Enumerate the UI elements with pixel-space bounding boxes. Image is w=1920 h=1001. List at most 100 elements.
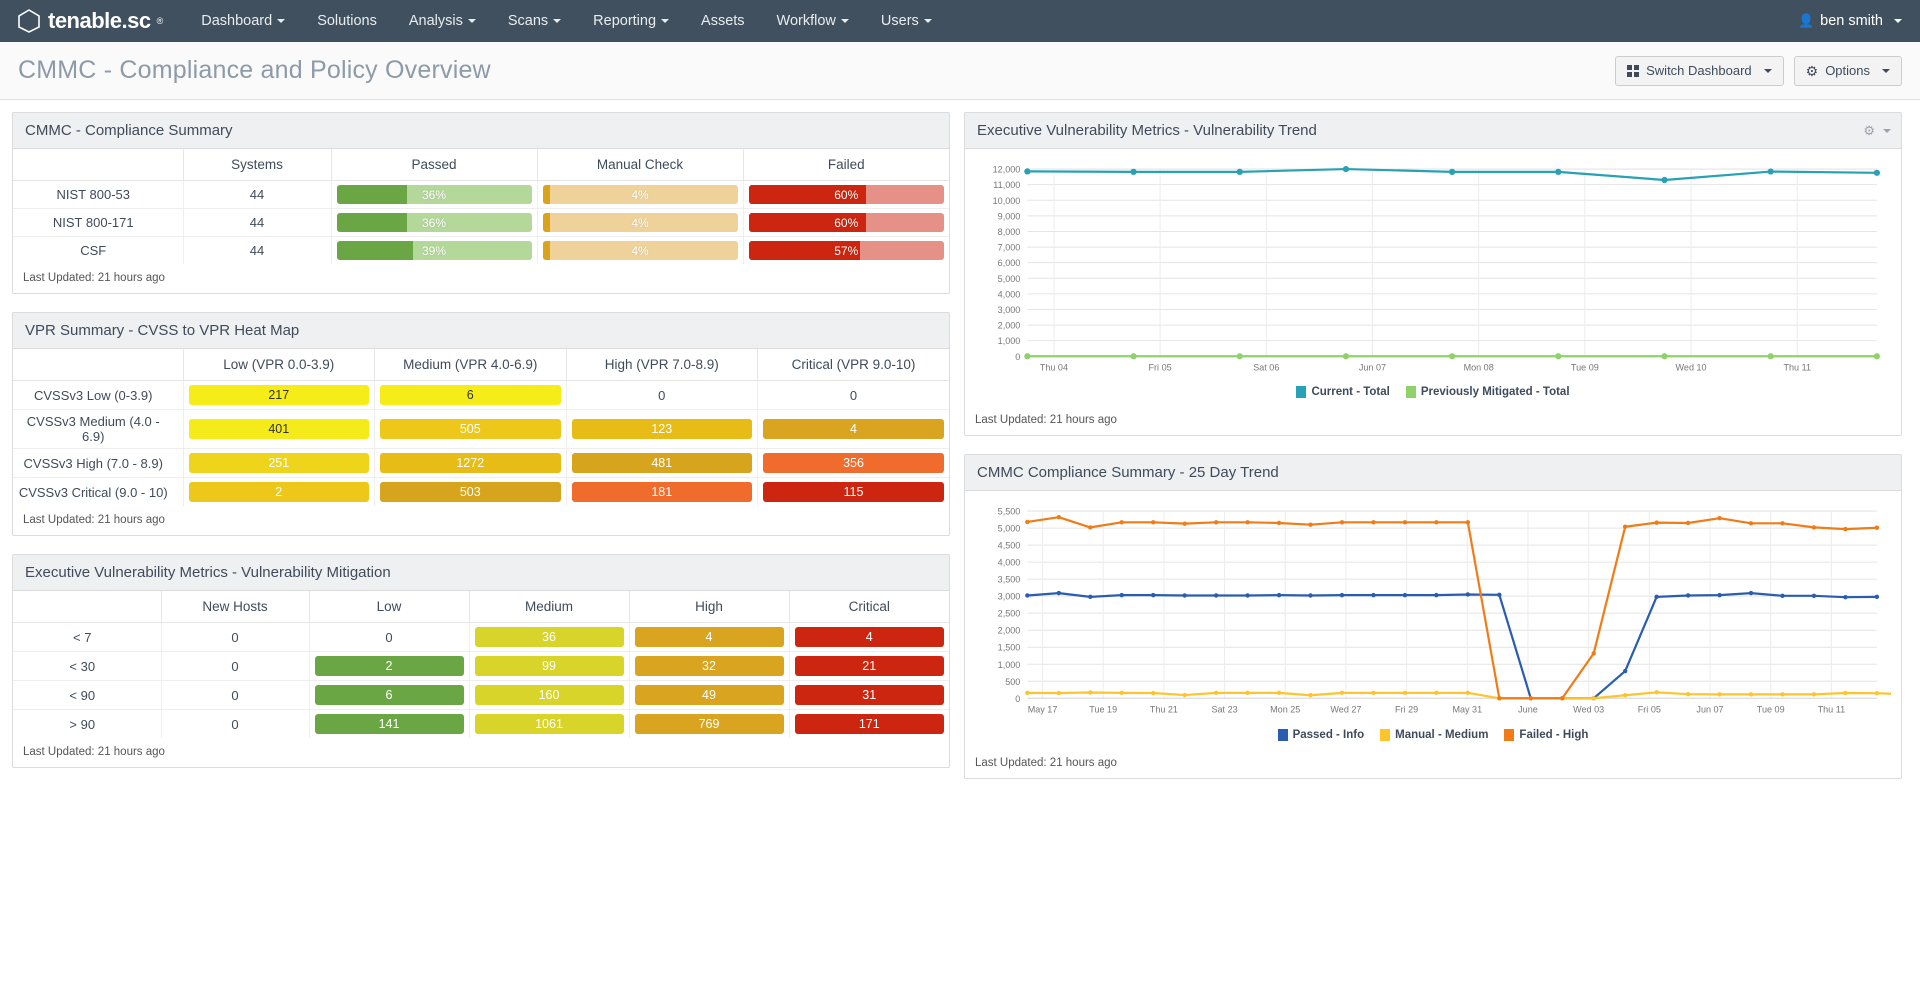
cell-value[interactable]: 4: [628, 622, 789, 652]
cell-manual-check[interactable]: 4%: [536, 208, 743, 237]
cell-value[interactable]: 4: [788, 622, 949, 652]
brand-trademark: ®: [156, 16, 164, 26]
cell-failed[interactable]: 60%: [742, 208, 949, 237]
cell-systems[interactable]: 44: [182, 180, 331, 209]
last-updated: Last Updated: 21 hours ago: [23, 514, 165, 526]
cell-value[interactable]: 356: [757, 448, 949, 478]
cell-value[interactable]: 141: [308, 709, 469, 738]
cell-systems[interactable]: 44: [182, 208, 331, 237]
legend-item[interactable]: Current - Total: [1296, 386, 1390, 399]
cell-manual-check[interactable]: 4%: [536, 180, 743, 209]
nav-item-solutions[interactable]: Solutions: [301, 0, 393, 42]
cell-value[interactable]: 32: [628, 651, 789, 681]
brand-logo[interactable]: tenable.sc ®: [16, 8, 163, 34]
heat-cell: 6: [314, 685, 464, 705]
cell-value[interactable]: 181: [565, 477, 758, 506]
heat-cell: 32: [634, 656, 784, 676]
chart-canvas: 0 500 1,000 1,500 2,000 2,500 3,000 3,500 4,000 4…: [998, 507, 1891, 715]
cell-value[interactable]: 0: [757, 380, 949, 410]
heat-cell: 2: [188, 482, 369, 502]
percent-bar: 57%: [748, 241, 944, 260]
cell-value[interactable]: 31: [788, 680, 949, 710]
cell-value[interactable]: 1272: [374, 448, 566, 478]
heat-cell: 769: [634, 714, 784, 734]
dashboard-content: CMMC - Compliance Summary Systems Passed…: [0, 100, 1920, 791]
panel-title: CMMC - Compliance Summary: [25, 122, 233, 139]
panel-header: VPR Summary - CVSS to VPR Heat Map: [13, 313, 949, 349]
cell-systems[interactable]: 44: [182, 236, 331, 264]
nav-item-workflow[interactable]: Workflow: [761, 0, 865, 42]
col-medium: Medium: [468, 591, 629, 623]
cell-new-hosts[interactable]: 0: [160, 680, 309, 710]
user-menu[interactable]: 👤 ben smith: [1798, 0, 1902, 42]
heat-cell: 171: [794, 714, 944, 734]
heat-cell: 181: [571, 482, 752, 502]
heat-cell: 2: [314, 656, 464, 676]
svg-text:Jun 07: Jun 07: [1359, 362, 1386, 372]
percent-bar: 4%: [542, 213, 738, 232]
cell-value[interactable]: 123: [565, 409, 758, 449]
cell-new-hosts[interactable]: 0: [160, 651, 309, 681]
cell-passed[interactable]: 36%: [330, 208, 537, 237]
cell-value[interactable]: 21: [788, 651, 949, 681]
cell-value[interactable]: 2: [308, 651, 469, 681]
legend-swatch: [1277, 728, 1288, 741]
gear-icon: ⚙: [1863, 122, 1875, 138]
svg-text:Wed 10: Wed 10: [1676, 362, 1707, 372]
cell-value[interactable]: 503: [374, 477, 566, 506]
cell-value[interactable]: 4: [757, 409, 949, 449]
cell-value[interactable]: 2: [182, 477, 375, 506]
percent-bar: 4%: [542, 185, 738, 204]
options-button[interactable]: ⚙ Options: [1793, 55, 1902, 86]
cell-value[interactable]: 171: [788, 709, 949, 738]
row-label: CVSSv3 Critical (9.0 - 10): [18, 484, 168, 500]
cell-value[interactable]: 251: [182, 448, 375, 478]
nav-item-scans[interactable]: Scans: [492, 0, 577, 42]
legend-item[interactable]: Failed - High: [1504, 728, 1588, 741]
cell-value[interactable]: 6: [308, 680, 469, 710]
cell-value[interactable]: 160: [468, 680, 629, 710]
svg-text:Thu 11: Thu 11: [1818, 705, 1846, 715]
cell-value[interactable]: 769: [628, 709, 789, 738]
cell-value[interactable]: 99: [468, 651, 629, 681]
cell-manual-check[interactable]: 4%: [536, 236, 743, 264]
heat-cell: 49: [634, 685, 784, 705]
nav-item-reporting[interactable]: Reporting: [577, 0, 685, 42]
svg-text:2,000: 2,000: [998, 626, 1021, 636]
cell-passed[interactable]: 36%: [330, 180, 537, 209]
cell-value[interactable]: 0: [308, 622, 469, 652]
percent-bar: 4%: [542, 241, 738, 260]
cell-failed[interactable]: 57%: [742, 236, 949, 264]
panel-title: CMMC Compliance Summary - 25 Day Trend: [977, 464, 1279, 482]
cell-value[interactable]: 36: [468, 622, 629, 652]
cell-value[interactable]: 49: [628, 680, 789, 710]
cell-value[interactable]: 217: [182, 380, 375, 410]
nav-item-users[interactable]: Users: [865, 0, 948, 42]
cell-value[interactable]: 481: [565, 448, 758, 478]
cell-new-hosts[interactable]: 0: [160, 709, 309, 738]
panel-settings-menu[interactable]: ⚙: [1863, 123, 1891, 139]
cell-passed[interactable]: 39%: [330, 236, 537, 264]
legend-item[interactable]: Passed - Info: [1277, 728, 1364, 741]
switch-dashboard-button[interactable]: Switch Dashboard: [1615, 55, 1784, 86]
cell-value[interactable]: 1061: [468, 709, 629, 738]
legend-item[interactable]: Manual - Medium: [1380, 728, 1488, 741]
cell-value[interactable]: 6: [374, 380, 566, 410]
cell-value[interactable]: 401: [182, 409, 375, 449]
row-label: NIST 800-171: [13, 208, 183, 237]
cell-value[interactable]: 0: [565, 380, 758, 410]
nav-item-assets[interactable]: Assets: [685, 0, 761, 42]
svg-text:Fri 05: Fri 05: [1638, 705, 1661, 715]
percent-bar-label: 36%: [421, 187, 447, 202]
nav-item-dashboard[interactable]: Dashboard: [185, 0, 301, 42]
col-critical: Critical: [788, 591, 949, 623]
cell-failed[interactable]: 60%: [742, 180, 949, 209]
legend-item[interactable]: Previously Mitigated - Total: [1405, 386, 1570, 399]
chevron-down-icon: [1763, 68, 1772, 73]
svg-text:6,000: 6,000: [998, 258, 1021, 268]
cell-new-hosts[interactable]: 0: [160, 622, 309, 652]
svg-text:1,000: 1,000: [998, 660, 1021, 670]
nav-item-analysis[interactable]: Analysis: [393, 0, 492, 42]
cell-value[interactable]: 505: [374, 409, 566, 449]
cell-value[interactable]: 115: [757, 477, 949, 506]
